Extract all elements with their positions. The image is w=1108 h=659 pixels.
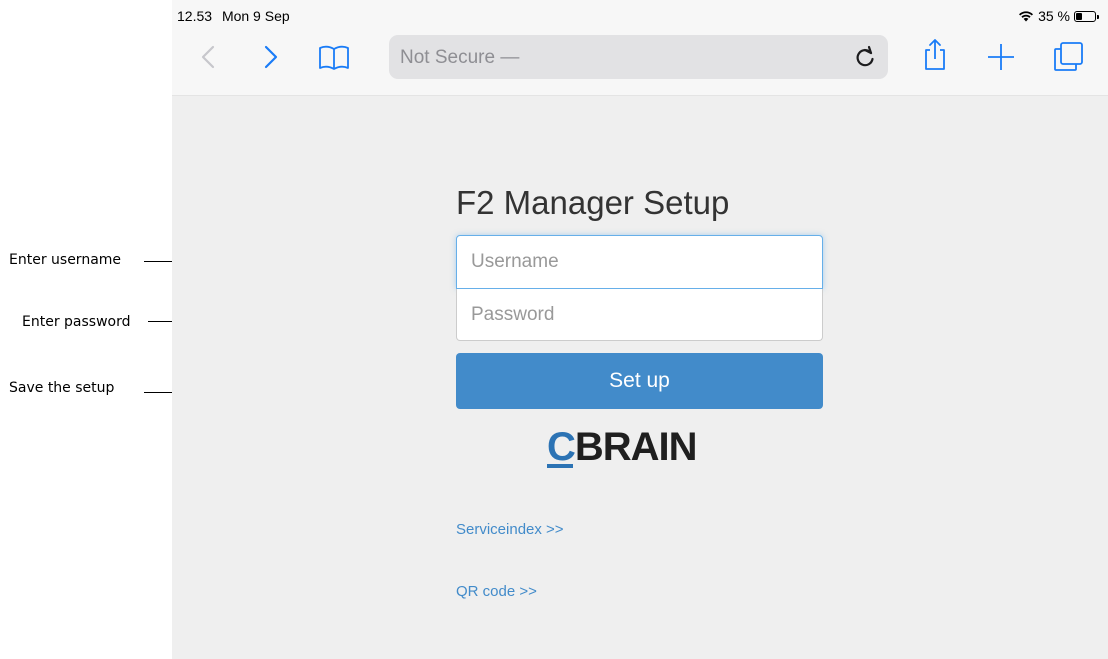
address-text: Not Secure —: [400, 47, 520, 68]
address-bar[interactable]: Not Secure —: [389, 35, 888, 79]
bookmarks-icon[interactable]: [317, 40, 351, 74]
password-input[interactable]: [456, 289, 823, 341]
back-icon[interactable]: [192, 40, 226, 74]
battery-percent: 35 %: [1038, 8, 1070, 24]
username-input[interactable]: [456, 235, 823, 289]
status-right: 35 %: [1018, 8, 1099, 24]
setup-button[interactable]: Set up: [456, 353, 823, 409]
page-title: F2 Manager Setup: [456, 184, 730, 221]
safari-toolbar: 12.53 Mon 9 Sep 35 % Not Secure —: [172, 0, 1108, 96]
battery-icon: [1074, 10, 1099, 22]
share-icon[interactable]: [918, 37, 952, 71]
callout-save-setup: Save the setup: [9, 380, 115, 396]
qr-code-link[interactable]: QR code >>: [456, 583, 537, 600]
status-time: 12.53: [177, 8, 213, 24]
logo-letter-c: C: [547, 425, 576, 469]
ipad-screen: 12.53 Mon 9 Sep 35 % Not Secure — F2 Man…: [172, 0, 1108, 659]
callout-enter-password: Enter password: [22, 314, 131, 330]
battery-level: [1076, 12, 1082, 20]
status-datetime: 12.53 Mon 9 Sep: [177, 8, 290, 24]
status-date: Mon 9 Sep: [221, 8, 290, 24]
serviceindex-link[interactable]: Serviceindex >>: [456, 521, 564, 538]
new-tab-icon[interactable]: [984, 40, 1018, 74]
logo-text: BRAIN: [574, 425, 698, 469]
cbrain-logo: CBRAIN: [547, 425, 698, 470]
wifi-icon: [1019, 11, 1034, 22]
forward-icon[interactable]: [254, 40, 288, 74]
callout-enter-username: Enter username: [9, 252, 122, 268]
tabs-icon[interactable]: [1052, 40, 1086, 74]
reload-icon[interactable]: [852, 44, 878, 70]
